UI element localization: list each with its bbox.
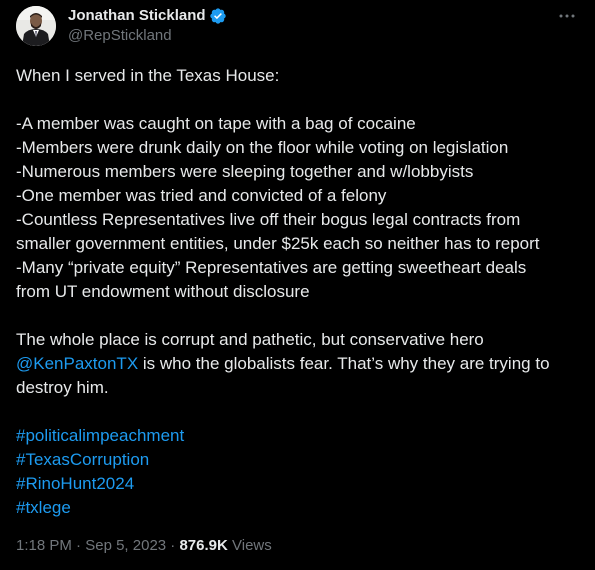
- hashtag-link[interactable]: #txlege: [16, 496, 581, 520]
- views-count: 876.9K: [179, 537, 228, 554]
- views-label: Views: [227, 537, 272, 554]
- tweet-line: -Many “private equity” Representatives a…: [16, 258, 527, 277]
- tweet-line: -A member was caught on tape with a bag …: [16, 114, 416, 133]
- tweet-card: Jonathan Stickland @RepStickland When I …: [0, 0, 595, 570]
- tweet-line: -Countless Representatives live off thei…: [16, 210, 521, 229]
- tweet-date[interactable]: Sep 5, 2023: [85, 537, 166, 554]
- tweet-line: The whole place is corrupt and pathetic,…: [16, 330, 484, 349]
- tweet-line-text: is who the globalists fear. That’s why t…: [138, 354, 550, 373]
- tweet-line: -One member was tried and convicted of a…: [16, 186, 387, 205]
- avatar[interactable]: [16, 6, 56, 46]
- tweet-line: -Members were drunk daily on the floor w…: [16, 138, 509, 157]
- tweet-line: destroy him.: [16, 378, 109, 397]
- tweet-line: smaller government entities, under $25k …: [16, 234, 540, 253]
- mention-link[interactable]: @KenPaxtonTX: [16, 354, 138, 373]
- hashtag-link[interactable]: #RinoHunt2024: [16, 472, 581, 496]
- tweet-line: When I served in the Texas House:: [16, 66, 280, 85]
- tweet-meta: 1:18 PM · Sep 5, 2023 · 876.9K Views: [16, 536, 272, 556]
- avatar-photo-icon: [16, 6, 56, 46]
- more-options-icon: [559, 14, 575, 18]
- tweet-time[interactable]: 1:18 PM: [16, 537, 72, 554]
- author-display-name[interactable]: Jonathan Stickland: [68, 6, 206, 26]
- tweet-line: -Numerous members were sleeping together…: [16, 162, 474, 181]
- hashtag-link[interactable]: #politicalimpeachment: [16, 424, 581, 448]
- author-name-row[interactable]: Jonathan Stickland: [68, 6, 227, 26]
- hashtag-link[interactable]: #TexasCorruption: [16, 448, 581, 472]
- verified-badge-icon[interactable]: [209, 7, 227, 25]
- meta-separator: ·: [71, 537, 86, 554]
- tweet-line: from UT endowment without disclosure: [16, 282, 310, 301]
- tweet-mention-line: @KenPaxtonTX is who the globalists fear.…: [16, 352, 581, 376]
- more-options-button[interactable]: [555, 6, 579, 26]
- meta-separator: ·: [166, 537, 180, 554]
- author-handle[interactable]: @RepStickland: [68, 27, 172, 45]
- tweet-text: When I served in the Texas House: -A mem…: [16, 64, 581, 520]
